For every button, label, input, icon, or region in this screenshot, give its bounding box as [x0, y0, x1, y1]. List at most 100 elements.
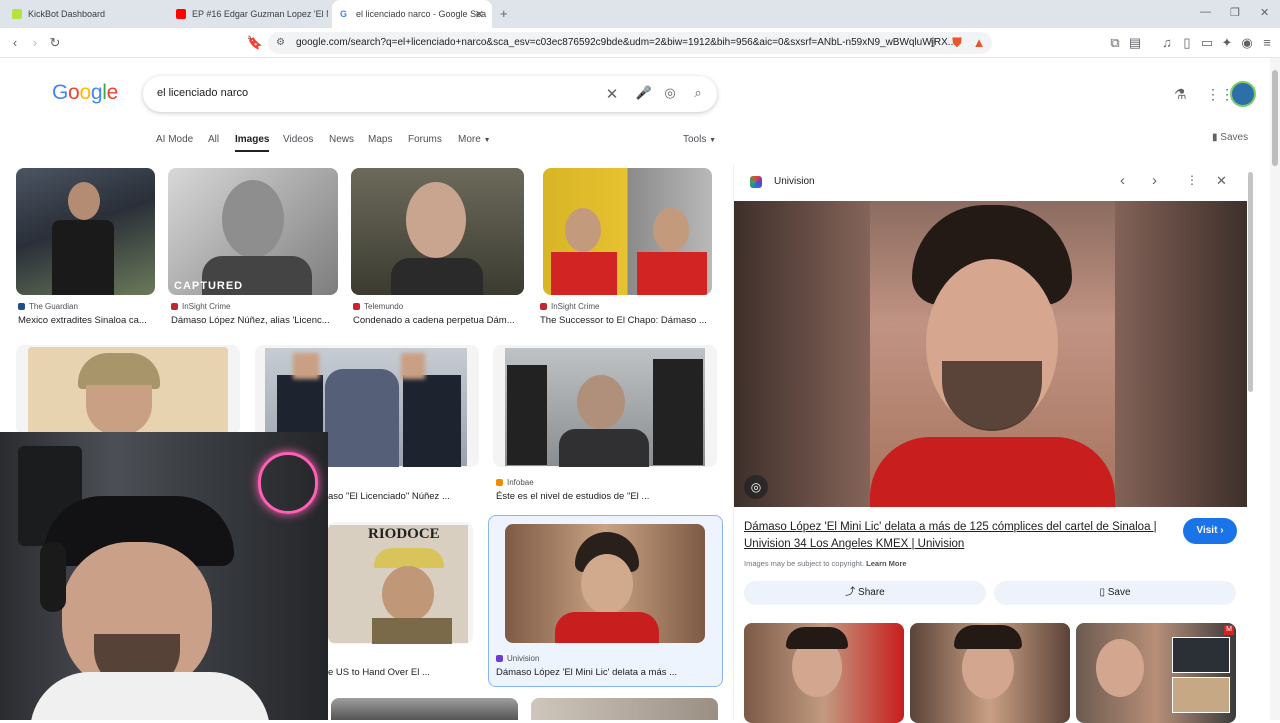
lens-search-icon[interactable]: ◎	[744, 475, 768, 499]
search-icon[interactable]: ⌕	[689, 85, 707, 101]
search-box[interactable]: el licenciado narco ✕ 🎤 ◎ ⌕	[143, 76, 717, 112]
browser-tab-google[interactable]: G el licenciado narco - Google Sea ✕	[332, 0, 492, 28]
previous-icon[interactable]: ‹	[1120, 172, 1125, 189]
back-icon[interactable]: ‹	[6, 34, 24, 52]
reader-icon[interactable]: ▤	[1126, 34, 1144, 52]
google-logo[interactable]: Google	[52, 81, 118, 105]
panel-source-label[interactable]: Univision	[774, 176, 815, 187]
close-panel-icon[interactable]: ✕	[1216, 173, 1227, 189]
brave-shield-icon[interactable]: ⛊	[948, 34, 966, 52]
browser-tab-kickbot[interactable]: KickBot Dashboard	[4, 0, 168, 28]
panel-scrollbar[interactable]	[1248, 172, 1253, 392]
next-icon[interactable]: ›	[1152, 172, 1157, 189]
menu-icon[interactable]: ≡	[1258, 34, 1276, 52]
result-caption[interactable]: The Successor to El Chapo: Dámaso ...	[540, 315, 712, 326]
reload-icon[interactable]: ↻	[46, 34, 64, 52]
avatar[interactable]	[1230, 81, 1256, 107]
close-tab-icon[interactable]: ✕	[475, 8, 484, 21]
bookmark-icon: ▯	[1099, 587, 1105, 598]
related-image[interactable]	[910, 623, 1070, 723]
page-scrollbar[interactable]	[1270, 58, 1280, 720]
save-button[interactable]: ▯ Save	[994, 581, 1236, 605]
bookmark-icon: ▮	[1212, 132, 1218, 143]
result-source[interactable]: Univision	[496, 654, 539, 663]
tools-button[interactable]: Tools ▼	[683, 134, 716, 145]
wallet-icon[interactable]: ▭	[1198, 34, 1216, 52]
close-window-icon[interactable]: ✕	[1260, 6, 1269, 19]
result-image[interactable]	[543, 168, 712, 295]
labs-flask-icon[interactable]: ⚗	[1174, 86, 1187, 103]
image-body	[559, 429, 649, 467]
bookmark-icon[interactable]: 🔖	[246, 34, 264, 52]
result-source[interactable]: InSight Crime	[540, 302, 599, 311]
minimize-icon[interactable]: —	[1200, 6, 1211, 18]
tab-all[interactable]: All	[208, 134, 219, 145]
webcam-overlay	[0, 432, 328, 720]
related-image[interactable]	[744, 623, 904, 723]
image-body	[555, 612, 659, 643]
result-caption[interactable]: Éste es el nivel de estudios de "El ...	[496, 491, 696, 502]
media-icon[interactable]: ♫	[1158, 34, 1176, 52]
rewards-icon[interactable]: ▲	[970, 34, 988, 52]
result-caption[interactable]: Dámaso López 'El Mini Lic' delata a más …	[496, 667, 716, 678]
tab-news[interactable]: News	[329, 134, 354, 145]
more-options-icon[interactable]: ⋮	[1186, 173, 1198, 187]
result-image[interactable]: CAPTURED	[168, 168, 338, 295]
site-info-icon[interactable]: ⚙	[276, 32, 285, 54]
new-tab-icon[interactable]: +	[500, 6, 508, 21]
result-image[interactable]	[505, 524, 705, 643]
tab-ai-mode[interactable]: AI Mode	[156, 134, 193, 145]
tab-forums[interactable]: Forums	[408, 134, 442, 145]
result-image[interactable]	[16, 168, 155, 295]
result-source[interactable]: InSight Crime	[171, 302, 230, 311]
result-image[interactable]	[331, 698, 518, 720]
extension-icon[interactable]: ⧉	[1106, 34, 1124, 52]
tab-more[interactable]: More ▼	[458, 134, 491, 145]
saves-button[interactable]: ▮ Saves	[1212, 132, 1248, 143]
learn-more-link[interactable]: Learn More	[866, 559, 906, 568]
microphone-icon[interactable]: 🎤	[635, 85, 653, 101]
leo-icon[interactable]: ✦	[1218, 34, 1236, 52]
result-caption[interactable]: Dámaso López Núñez, alias 'Licenc...	[171, 315, 341, 326]
result-source[interactable]: Telemundo	[353, 302, 403, 311]
visit-label: Visit	[1196, 525, 1218, 536]
restore-icon[interactable]: ❐	[1230, 6, 1240, 19]
tools-label: Tools	[683, 134, 707, 145]
image-cap	[78, 353, 160, 389]
scrollbar-thumb[interactable]	[1272, 70, 1278, 166]
share-button[interactable]: ⤴ Share	[744, 581, 986, 605]
forward-icon[interactable]: ›	[26, 34, 44, 52]
webcam-shirt	[30, 672, 270, 720]
sidebar-icon[interactable]: ▯	[1178, 34, 1196, 52]
image-face	[577, 375, 625, 429]
tab-images[interactable]: Images	[235, 134, 270, 152]
image-face	[68, 182, 100, 220]
result-image[interactable]	[493, 345, 717, 467]
result-caption[interactable]: Condenado a cadena perpetua Dám...	[353, 315, 523, 326]
related-image[interactable]: M	[1076, 623, 1236, 723]
search-input[interactable]: el licenciado narco	[157, 87, 248, 99]
browser-toolbar: ‹ › ↻ 🔖 ⚙ google.com/search?q=el+licenci…	[0, 28, 1280, 58]
visit-button[interactable]: Visit ›	[1183, 518, 1237, 544]
address-bar[interactable]: ⚙ google.com/search?q=el+licenciado+narc…	[268, 32, 992, 54]
panel-title-link[interactable]: Dámaso López 'El Mini Lic' delata a más …	[744, 519, 1174, 553]
vpn-icon[interactable]: ◉	[1238, 34, 1256, 52]
result-image[interactable]	[351, 168, 524, 295]
result-source[interactable]: The Guardian	[18, 302, 78, 311]
tab-maps[interactable]: Maps	[368, 134, 392, 145]
result-caption[interactable]: e US to Hand Over El ...	[328, 667, 478, 678]
result-caption[interactable]: Mexico extradites Sinaloa ca...	[18, 315, 158, 326]
result-image[interactable]: RIODOCE	[328, 522, 473, 644]
magazine-title: RIODOCE	[368, 526, 440, 542]
preview-image[interactable]: ◎	[734, 201, 1247, 507]
result-source[interactable]: Infobae	[496, 478, 534, 487]
result-caption[interactable]: aso "El Licenciado" Núñez ...	[328, 491, 478, 502]
result-image[interactable]	[16, 345, 240, 435]
lens-icon[interactable]: ◎	[661, 85, 679, 101]
univision-logo-icon	[750, 176, 762, 188]
clear-search-icon[interactable]: ✕	[603, 85, 621, 103]
result-image[interactable]	[531, 698, 718, 720]
tab-videos[interactable]: Videos	[283, 134, 313, 145]
browser-tab-youtube[interactable]: EP #16 Edgar Guzman Lopez 'El Mon	[168, 0, 328, 28]
share-page-icon[interactable]: ⇪	[924, 34, 942, 52]
